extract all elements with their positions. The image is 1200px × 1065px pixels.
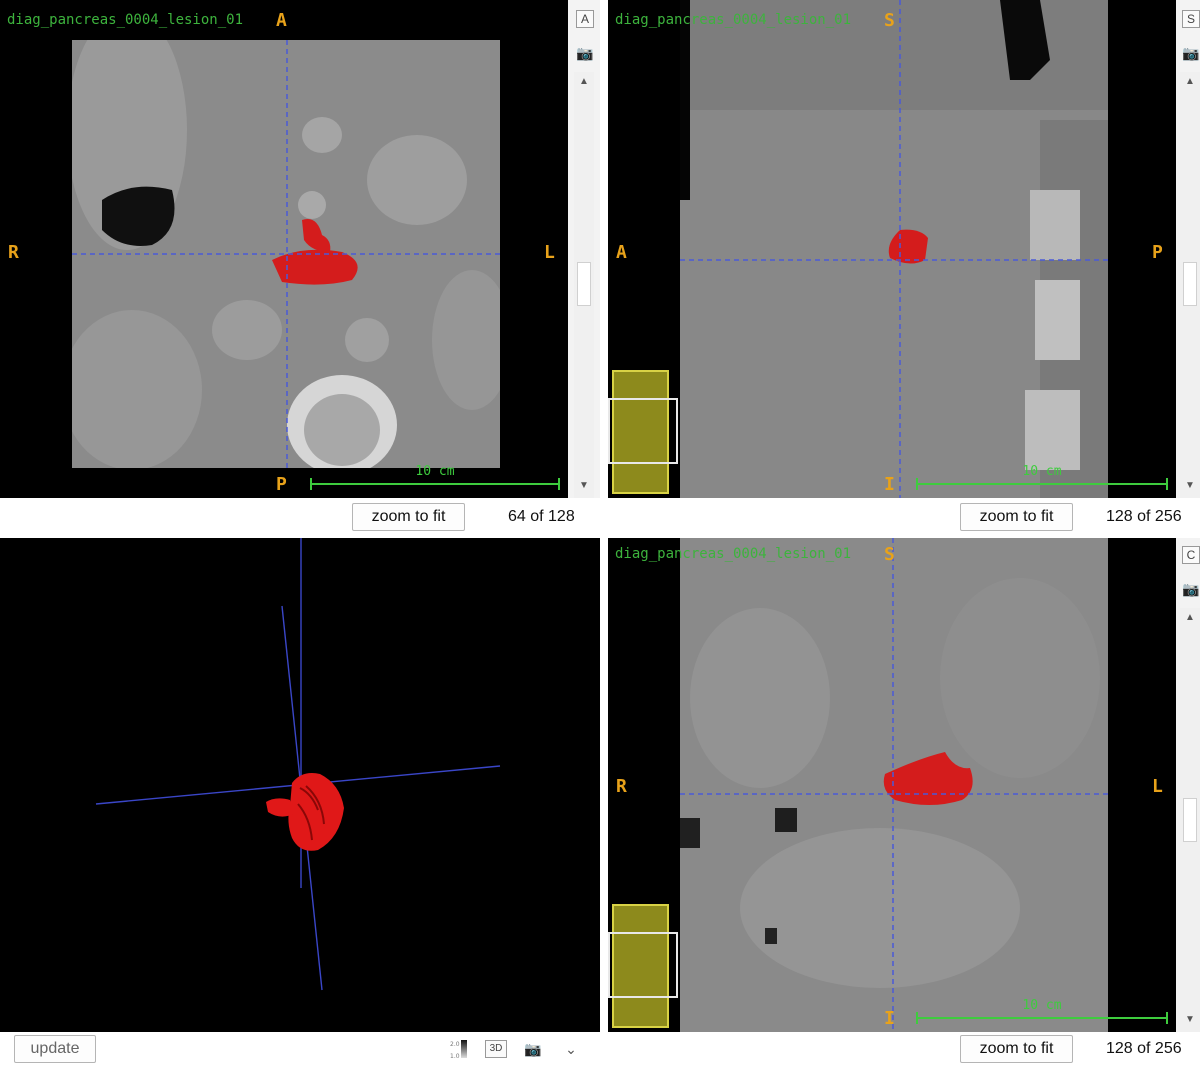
- sagittal-crosshair[interactable]: [608, 0, 1176, 498]
- chevron-down-icon[interactable]: ⌄: [562, 1042, 580, 1056]
- axial-toolbar: zoom to fit 64 of 128: [0, 498, 600, 536]
- lesion-3d-model[interactable]: [266, 773, 344, 851]
- coronal-viewport[interactable]: diag_pancreas_0004_lesion_01 S R L I 10 …: [608, 538, 1176, 1032]
- axial-scroll-thumb[interactable]: [577, 262, 591, 306]
- coronal-view-mode-button[interactable]: C: [1182, 546, 1200, 564]
- coronal-orient-right: L: [1152, 776, 1163, 797]
- sagittal-series-label: diag_pancreas_0004_lesion_01: [615, 12, 852, 28]
- coronal-orient-top: S: [884, 544, 895, 565]
- svg-text:1.0: 1.0: [450, 1053, 460, 1060]
- scroll-up-icon[interactable]: ▲: [1180, 610, 1200, 626]
- render3d-viewport[interactable]: [0, 538, 600, 1032]
- sagittal-viewport[interactable]: diag_pancreas_0004_lesion_01 S A P I 10 …: [608, 0, 1176, 498]
- axial-zoom-to-fit-button[interactable]: zoom to fit: [352, 503, 465, 531]
- scroll-down-icon[interactable]: ▼: [1180, 478, 1200, 494]
- axial-series-label: diag_pancreas_0004_lesion_01: [7, 12, 244, 28]
- axial-view-mode-button[interactable]: A: [576, 10, 594, 28]
- coronal-scroll-thumb[interactable]: [1183, 798, 1197, 842]
- 3d-toggle-icon[interactable]: 3D: [485, 1040, 507, 1058]
- coronal-slice-counter: 128 of 256: [1106, 1040, 1182, 1057]
- coronal-series-label: diag_pancreas_0004_lesion_01: [615, 546, 852, 562]
- coronal-orient-left: R: [616, 776, 627, 797]
- coronal-toolbar: zoom to fit 128 of 256: [600, 1032, 1200, 1064]
- svg-text:2.0: 2.0: [450, 1041, 460, 1048]
- coronal-zoom-to-fit-button[interactable]: zoom to fit: [960, 1035, 1073, 1063]
- sagittal-scalebar: 10 cm: [916, 464, 1168, 490]
- axial-slice-scrollbar[interactable]: ▲ ▼: [574, 72, 594, 498]
- camera-icon[interactable]: 📷: [524, 1040, 542, 1058]
- axial-crosshair[interactable]: [0, 0, 568, 498]
- sagittal-view-mode-button[interactable]: S: [1182, 10, 1200, 28]
- sagittal-scalebar-label: 10 cm: [1022, 464, 1062, 479]
- coronal-crosshair[interactable]: [608, 538, 1176, 1032]
- sagittal-slice-scrollbar[interactable]: ▲ ▼: [1180, 72, 1200, 498]
- render3d-toolbar: update 2.0 1.0 3D 📷 ⌄: [0, 1032, 600, 1064]
- axial-viewport[interactable]: diag_pancreas_0004_lesion_01 A R L P 10 …: [0, 0, 568, 498]
- sagittal-slice-counter: 128 of 256: [1106, 508, 1182, 525]
- gradient-scale-icon[interactable]: 2.0 1.0: [450, 1038, 468, 1060]
- sagittal-orient-left: A: [616, 242, 627, 263]
- sagittal-orient-bottom: I: [884, 474, 895, 495]
- sagittal-locator-selection[interactable]: [608, 398, 678, 464]
- sagittal-toolbar: zoom to fit 128 of 256: [600, 498, 1200, 536]
- sagittal-scroll-thumb[interactable]: [1183, 262, 1197, 306]
- axial-orient-bottom: P: [276, 474, 287, 495]
- scroll-up-icon[interactable]: ▲: [574, 74, 594, 90]
- update-button[interactable]: update: [14, 1035, 96, 1063]
- axial-scalebar: 10 cm: [310, 464, 560, 490]
- scroll-down-icon[interactable]: ▼: [574, 478, 594, 494]
- sagittal-orient-top: S: [884, 10, 895, 31]
- scroll-down-icon[interactable]: ▼: [1180, 1012, 1200, 1028]
- sagittal-zoom-to-fit-button[interactable]: zoom to fit: [960, 503, 1073, 531]
- camera-icon[interactable]: 📷: [576, 44, 594, 62]
- axial-sidebar: A 📷 ▲ ▼: [568, 0, 600, 498]
- sagittal-sidebar: S 📷 ▲ ▼: [1176, 0, 1200, 498]
- coronal-slice-scrollbar[interactable]: ▲ ▼: [1180, 608, 1200, 1032]
- scroll-up-icon[interactable]: ▲: [1180, 74, 1200, 90]
- axial-scalebar-label: 10 cm: [415, 464, 455, 479]
- coronal-orient-bottom: I: [884, 1008, 895, 1029]
- axial-slice-counter: 64 of 128: [508, 508, 575, 525]
- axial-orient-top: A: [276, 10, 287, 31]
- camera-icon[interactable]: 📷: [1182, 44, 1200, 62]
- axial-orient-left: R: [8, 242, 19, 263]
- render3d-scene[interactable]: [0, 538, 600, 1032]
- coronal-scalebar: 10 cm: [916, 998, 1168, 1024]
- camera-icon[interactable]: 📷: [1182, 580, 1200, 598]
- coronal-scalebar-label: 10 cm: [1022, 998, 1062, 1013]
- coronal-locator-selection[interactable]: [608, 932, 678, 998]
- coronal-sidebar: C 📷 ▲ ▼: [1176, 538, 1200, 1032]
- sagittal-orient-right: P: [1152, 242, 1163, 263]
- axial-orient-right: L: [544, 242, 555, 263]
